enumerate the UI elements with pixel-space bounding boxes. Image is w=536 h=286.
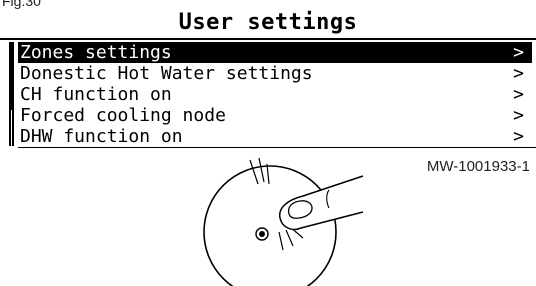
menu-item-forced-cooling-mode[interactable]: Forced cooling node > — [18, 105, 532, 126]
menu-item-label: Zones settings — [20, 42, 172, 63]
menu-item-label: Donestic Hot Water settings — [20, 63, 313, 84]
chevron-right-icon: > — [513, 84, 524, 105]
menu-item-dhw-function-on[interactable]: DHW function on > — [18, 126, 532, 147]
page-title: User settings — [178, 10, 358, 35]
chevron-right-icon: > — [513, 105, 524, 126]
title-divider — [0, 38, 536, 40]
menu-item-ch-function-on[interactable]: CH function on > — [18, 84, 532, 105]
menu-item-label: DHW function on — [20, 126, 183, 147]
chevron-right-icon: > — [513, 42, 524, 63]
rotary-dial-press-icon[interactable] — [195, 150, 365, 286]
menu-item-label: CH function on — [20, 84, 172, 105]
dial-center-dot — [259, 231, 265, 237]
chevron-right-icon: > — [513, 63, 524, 84]
figure-reference: MW-1001933-1 — [426, 158, 530, 175]
display-screen: User settings Zones settings > Donestic … — [0, 8, 536, 148]
dial-outline — [203, 165, 337, 286]
menu-bottom-border — [18, 147, 536, 148]
menu-item-domestic-hot-water-settings[interactable]: Donestic Hot Water settings > — [18, 63, 532, 84]
settings-menu: Zones settings > Donestic Hot Water sett… — [18, 42, 532, 147]
menu-item-zones-settings[interactable]: Zones settings > — [18, 42, 532, 63]
menu-item-label: Forced cooling node — [20, 105, 226, 126]
chevron-right-icon: > — [513, 126, 524, 147]
scrollbar-thumb[interactable] — [10, 42, 13, 110]
